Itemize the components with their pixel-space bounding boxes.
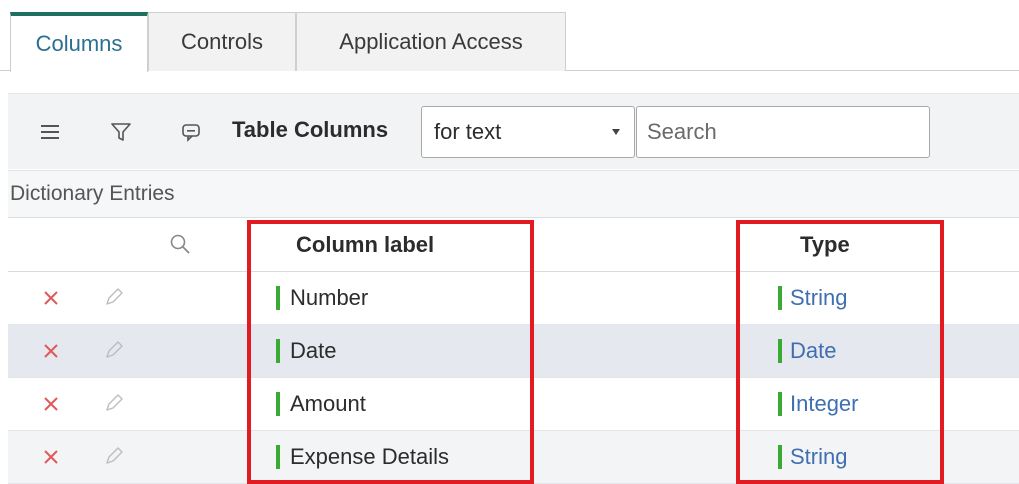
filter-icon[interactable] <box>108 119 134 145</box>
toolbar-row: Table Columns for text <box>8 93 1019 169</box>
column-label-cell: Expense Details <box>276 442 449 472</box>
columns-table: Column label Type Number String Date Dat… <box>8 218 1019 484</box>
pencil-icon[interactable] <box>102 391 128 417</box>
type-link[interactable]: Integer <box>790 391 859 417</box>
section-label: Dictionary Entries <box>8 170 1019 218</box>
delete-icon[interactable] <box>40 446 64 470</box>
menu-icon[interactable] <box>38 119 64 145</box>
pencil-icon[interactable] <box>102 338 128 364</box>
column-label-cell: Number <box>276 283 368 313</box>
table-row: Number String <box>8 272 1019 325</box>
table-row: Date Date <box>8 325 1019 378</box>
chevron-down-icon <box>612 129 620 135</box>
column-label-cell: Amount <box>276 389 366 419</box>
list-toolbar: Table Columns for text <box>0 72 1019 182</box>
type-link[interactable]: String <box>790 444 847 470</box>
type-link[interactable]: Date <box>790 338 836 364</box>
tab-application-access[interactable]: Application Access <box>296 12 566 71</box>
column-label-text: Number <box>290 285 369 310</box>
status-bar <box>276 445 280 469</box>
column-header-label[interactable]: Column label <box>296 232 434 258</box>
select-value: for text <box>434 119 502 144</box>
table-header-row: Column label Type <box>8 218 1019 272</box>
column-header-type[interactable]: Type <box>800 232 850 258</box>
comment-icon[interactable] <box>178 119 204 145</box>
type-cell[interactable]: String <box>778 442 847 472</box>
status-bar <box>778 445 782 469</box>
status-bar <box>276 392 280 416</box>
status-bar <box>778 286 782 310</box>
delete-icon[interactable] <box>40 287 64 311</box>
status-bar <box>778 339 782 363</box>
delete-icon[interactable] <box>40 340 64 364</box>
type-cell[interactable]: Integer <box>778 389 859 419</box>
tab-columns[interactable]: Columns <box>10 12 148 72</box>
search-icon[interactable] <box>168 232 194 258</box>
search-field-select[interactable]: for text <box>421 106 635 158</box>
column-label-cell: Date <box>276 336 336 366</box>
status-bar <box>276 286 280 310</box>
status-bar <box>778 392 782 416</box>
type-link[interactable]: String <box>790 285 847 311</box>
delete-icon[interactable] <box>40 393 64 417</box>
type-cell[interactable]: String <box>778 283 847 313</box>
column-label-text: Date <box>290 338 337 363</box>
status-bar <box>276 339 280 363</box>
search-input[interactable] <box>636 106 930 158</box>
table-row: Amount Integer <box>8 378 1019 431</box>
pencil-icon[interactable] <box>102 285 128 311</box>
pencil-icon[interactable] <box>102 444 128 470</box>
tab-controls[interactable]: Controls <box>148 12 296 71</box>
column-label-text: Amount <box>290 391 366 416</box>
type-cell[interactable]: Date <box>778 336 836 366</box>
tab-strip: Columns Controls Application Access <box>0 0 1019 72</box>
list-title: Table Columns <box>232 117 389 142</box>
column-label-text: Expense Details <box>290 444 449 469</box>
table-row: Expense Details String <box>8 431 1019 484</box>
